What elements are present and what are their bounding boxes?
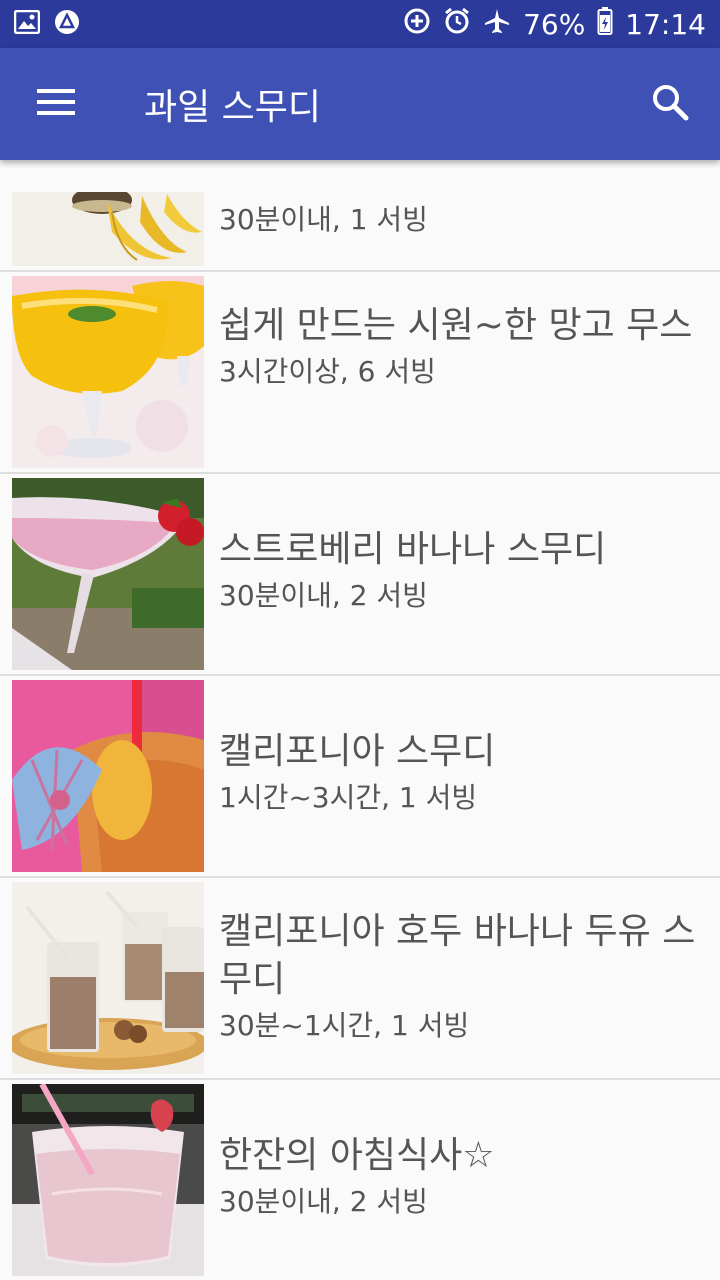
airplane-icon xyxy=(483,7,511,42)
list-item[interactable]: 캘리포니아 호두 바나나 두유 스무디 30분~1시간, 1 서빙 xyxy=(0,878,720,1080)
recipe-meta: 30분~1시간, 1 서빙 xyxy=(219,1009,470,1042)
recipe-title: 쉽게 만드는 시원~한 망고 무스 xyxy=(219,305,693,346)
recipe-meta: 3시간이상, 6 서빙 xyxy=(219,355,436,388)
list-item[interactable]: 스트로베리 바나나 스무디 30분이내, 2 서빙 xyxy=(0,474,720,676)
battery-percent: 76% xyxy=(523,7,586,41)
app-icon xyxy=(54,9,80,39)
menu-icon xyxy=(37,88,75,120)
list-item[interactable]: 쉽게 만드는 시원~한 망고 무스 3시간이상, 6 서빙 xyxy=(0,272,720,474)
recipe-list: 30분이내, 1 서빙 쉽게 만드는 시원~한 망고 무스 3시간이상, 6 서… xyxy=(0,160,720,1280)
search-icon xyxy=(651,83,689,125)
recipe-title: 한잔의 아침식사☆ xyxy=(219,1135,495,1176)
recipe-title: 캘리포니아 스무디 xyxy=(219,731,496,772)
recipe-thumbnail xyxy=(12,680,204,872)
alarm-icon xyxy=(443,7,471,42)
data-saver-icon xyxy=(403,7,431,42)
list-item[interactable]: 30분이내, 1 서빙 xyxy=(0,160,720,272)
search-button[interactable] xyxy=(620,48,720,160)
list-item[interactable]: 캘리포니아 스무디 1시간~3시간, 1 서빙 xyxy=(0,676,720,878)
recipe-thumbnail xyxy=(12,192,204,266)
app-bar: 과일 스무디 xyxy=(0,48,720,160)
recipe-thumbnail xyxy=(12,882,204,1074)
page-title: 과일 스무디 xyxy=(144,87,322,128)
recipe-meta: 30분이내, 1 서빙 xyxy=(219,203,428,236)
menu-button[interactable] xyxy=(0,48,112,160)
recipe-thumbnail xyxy=(12,478,204,670)
battery-icon xyxy=(597,6,613,42)
list-item[interactable]: 한잔의 아침식사☆ 30분이내, 2 서빙 xyxy=(0,1080,720,1280)
recipe-meta: 30분이내, 2 서빙 xyxy=(219,1185,428,1218)
status-bar: 76% 17:14 xyxy=(0,0,720,48)
recipe-meta: 30분이내, 2 서빙 xyxy=(219,579,428,612)
recipe-meta: 1시간~3시간, 1 서빙 xyxy=(219,781,478,814)
recipe-title: 스트로베리 바나나 스무디 xyxy=(219,529,607,570)
recipe-title: 캘리포니아 호두 바나나 두유 스무디 xyxy=(219,911,696,1000)
clock: 17:14 xyxy=(625,7,706,41)
gallery-icon xyxy=(13,9,41,38)
recipe-thumbnail xyxy=(12,1084,204,1276)
recipe-thumbnail xyxy=(12,276,204,468)
